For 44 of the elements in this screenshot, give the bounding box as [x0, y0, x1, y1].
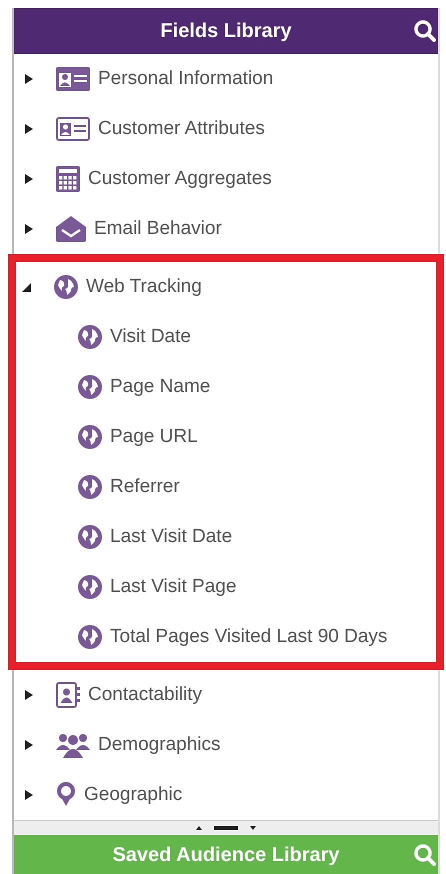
- location-pin-icon: [56, 782, 76, 808]
- panel-title: Fields Library: [160, 20, 292, 42]
- tree-item[interactable]: Web Tracking: [16, 262, 436, 312]
- tree-item[interactable]: Customer Attributes: [14, 104, 438, 154]
- globe-icon: [54, 275, 78, 299]
- tree-item[interactable]: Visit Date: [16, 312, 436, 362]
- tree-item[interactable]: Last Visit Page: [16, 562, 436, 612]
- caret-icon[interactable]: [24, 123, 34, 135]
- tree-item[interactable]: Page Name: [16, 362, 436, 412]
- caret-icon[interactable]: [22, 281, 32, 293]
- tree-item[interactable]: Total Pages Visited Last 90 Days: [16, 612, 436, 662]
- caret-icon[interactable]: [24, 789, 34, 801]
- tree-item[interactable]: Personal Information: [14, 54, 438, 104]
- id-card-icon: [56, 67, 90, 91]
- caret-icon[interactable]: [24, 689, 34, 701]
- tree-item[interactable]: Page URL: [16, 412, 436, 462]
- tree-item[interactable]: Referrer: [16, 462, 436, 512]
- caret-icon[interactable]: [24, 223, 34, 235]
- tree-item[interactable]: Last Visit Date: [16, 512, 436, 562]
- envelope-icon: [56, 216, 86, 242]
- tree-item[interactable]: Customer Aggregates: [14, 154, 438, 204]
- up-arrow-icon[interactable]: [196, 826, 202, 830]
- tree-item[interactable]: Demographics: [14, 720, 438, 770]
- footer-title: Saved Audience Library: [112, 844, 340, 866]
- drag-handle-icon[interactable]: [214, 826, 238, 830]
- globe-icon: [78, 375, 102, 399]
- people-icon: [56, 732, 90, 758]
- globe-icon: [78, 425, 102, 449]
- caret-icon[interactable]: [24, 739, 34, 751]
- globe-icon: [78, 525, 102, 549]
- tree-item[interactable]: Contactability: [14, 670, 438, 720]
- contact-book-icon: [56, 682, 80, 708]
- globe-icon: [78, 325, 102, 349]
- tree-item[interactable]: Geographic: [14, 770, 438, 820]
- caret-icon[interactable]: [24, 173, 34, 185]
- tree-item[interactable]: Email Behavior: [14, 204, 438, 254]
- globe-icon: [78, 475, 102, 499]
- caret-icon[interactable]: [24, 73, 34, 85]
- globe-icon: [78, 625, 102, 649]
- calculator-icon: [56, 166, 80, 192]
- search-icon[interactable]: [414, 20, 436, 42]
- down-arrow-icon[interactable]: [250, 826, 256, 830]
- id-card-icon: [56, 117, 90, 141]
- globe-icon: [78, 575, 102, 599]
